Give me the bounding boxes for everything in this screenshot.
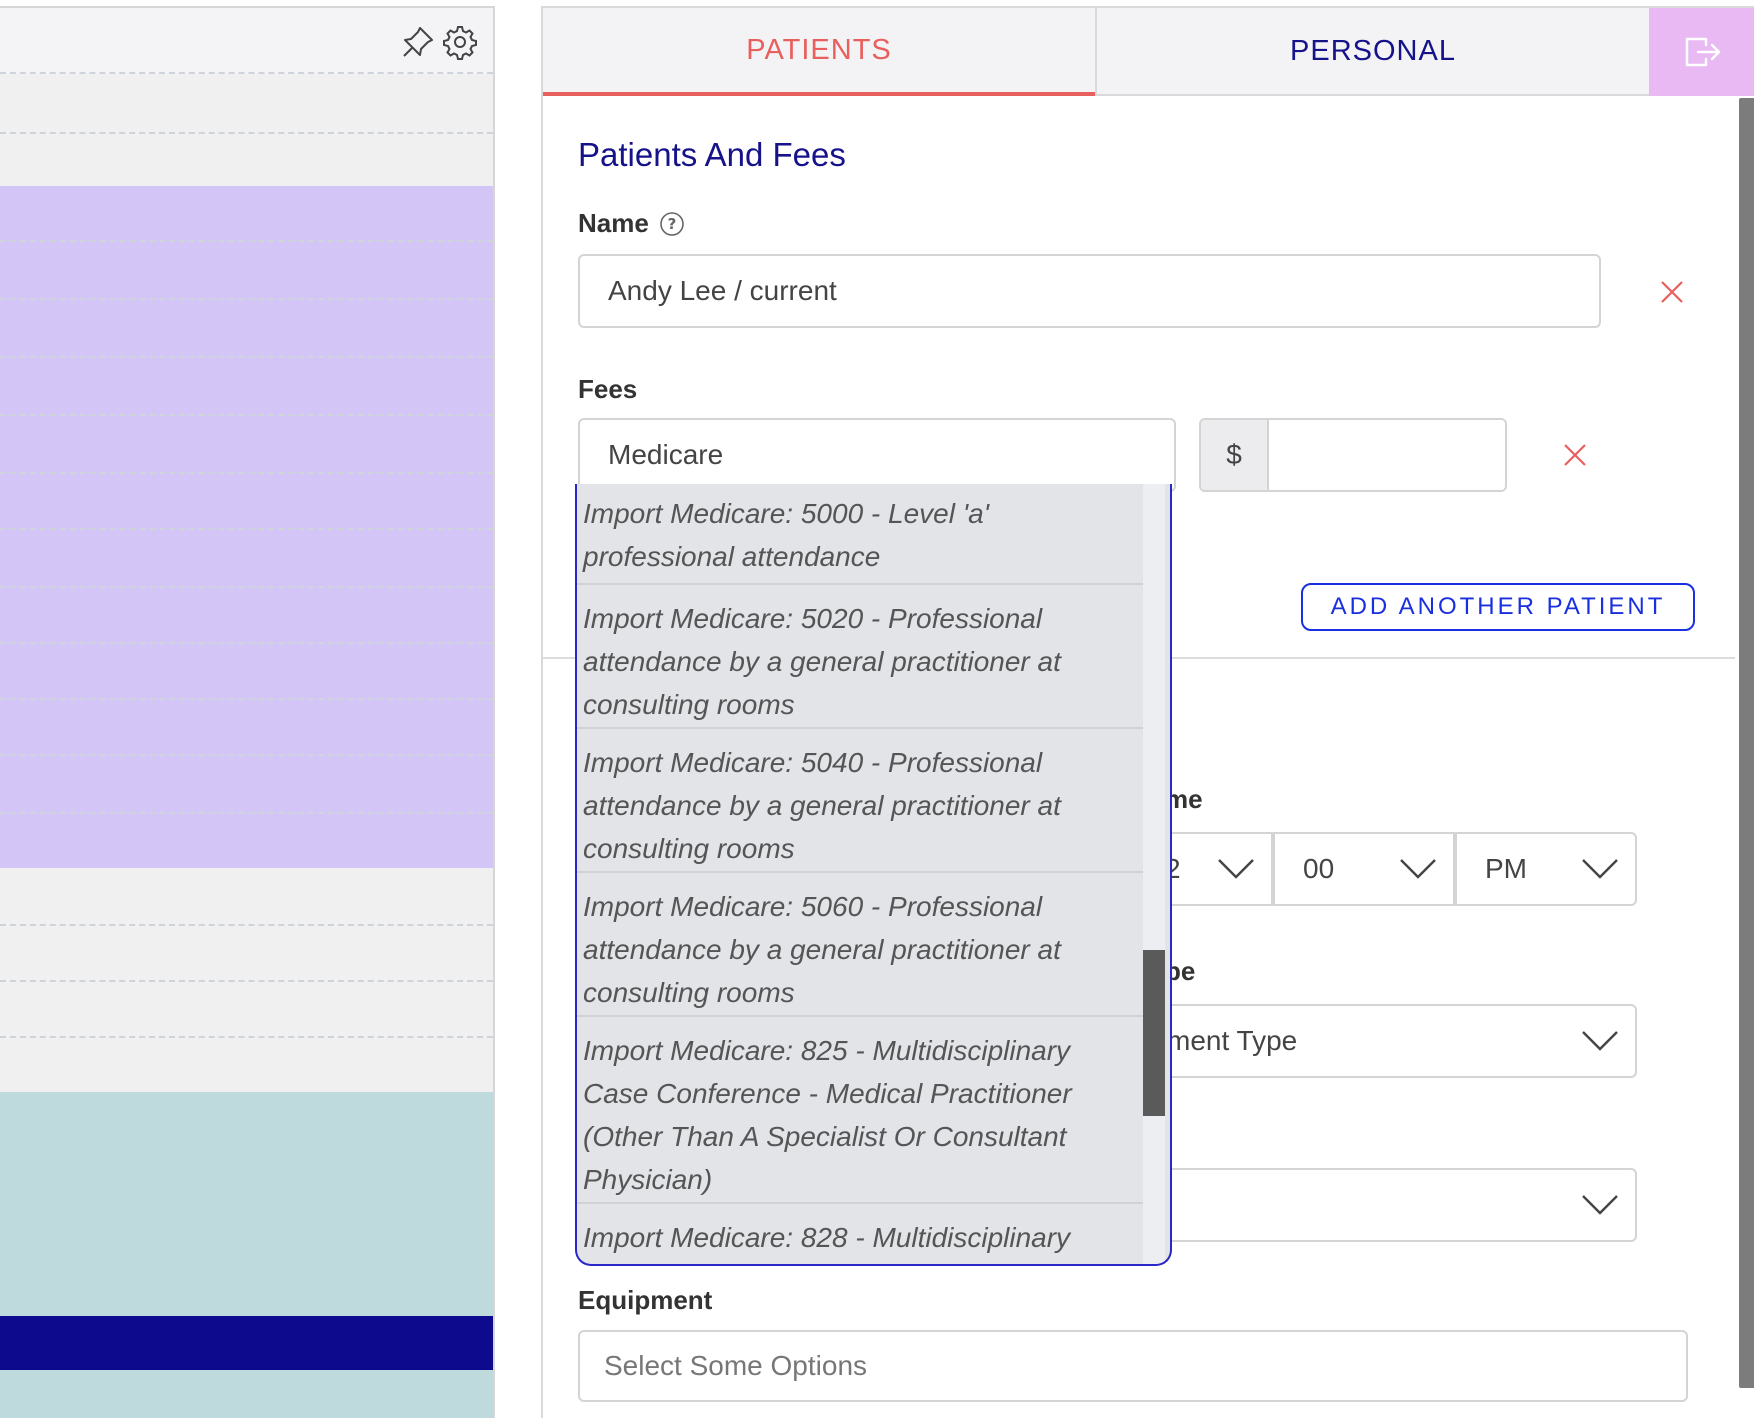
tab-patients[interactable]: PATIENTS	[543, 8, 1095, 96]
calendar-panel	[0, 6, 495, 1418]
time-slot-line	[0, 472, 493, 474]
ampm-select[interactable]: PM	[1455, 832, 1637, 906]
chevron-down-icon	[1218, 859, 1254, 879]
form-scrollbar-thumb[interactable]	[1739, 98, 1754, 1388]
time-slot-line	[0, 980, 493, 982]
dropdown-scrollbar-thumb[interactable]	[1143, 950, 1165, 1116]
chevron-down-icon	[1582, 1031, 1618, 1051]
calendar-header	[0, 6, 493, 74]
exit-button[interactable]	[1649, 8, 1754, 96]
currency-addon: $	[1201, 420, 1269, 490]
fee-amount-group: $	[1199, 418, 1507, 492]
time-slot-line	[0, 586, 493, 588]
fees-label: Fees	[578, 374, 638, 404]
time-slot-line	[0, 812, 493, 814]
time-slot-line	[0, 414, 493, 416]
fee-option[interactable]: Import Medicare: 5000 - Level 'a' profes…	[577, 484, 1143, 585]
remove-patient-icon[interactable]	[1655, 275, 1689, 309]
location-select[interactable]	[1103, 1168, 1637, 1242]
chevron-down-icon	[1400, 859, 1436, 879]
fee-option[interactable]: Import Medicare: 5060 - Professional att…	[577, 873, 1143, 1017]
remove-fee-icon[interactable]	[1558, 438, 1592, 472]
time-slot-line	[0, 240, 493, 242]
time-slot-line	[0, 356, 493, 358]
time-slot-line	[0, 528, 493, 530]
name-label-group: Name ?	[578, 208, 685, 239]
minute-select[interactable]: 00	[1273, 832, 1455, 906]
add-another-patient-button[interactable]: ADD ANOTHER PATIENT	[1301, 583, 1695, 631]
fee-option[interactable]: Import Medicare: 828 - Multidisciplinary…	[577, 1204, 1143, 1264]
time-slot-line	[0, 698, 493, 700]
pin-icon[interactable]	[400, 24, 436, 60]
fee-option[interactable]: Import Medicare: 5020 - Professional att…	[577, 585, 1143, 729]
minute-value: 00	[1303, 853, 1335, 884]
appointment-block[interactable]	[0, 186, 493, 868]
dropdown-scrollbar[interactable]	[1143, 484, 1165, 1264]
sign-out-icon	[1685, 37, 1720, 67]
equipment-placeholder: Select Some Options	[604, 1350, 868, 1381]
ampm-value: PM	[1485, 853, 1527, 884]
time-slot-line	[0, 298, 493, 300]
fee-options-dropdown: Import Medicare: 5000 - Level 'a' profes…	[575, 484, 1172, 1266]
name-field[interactable]: Andy Lee / current	[578, 254, 1601, 328]
time-slot-line	[0, 924, 493, 926]
appointment-type-placeholder: ment Type	[1167, 1025, 1298, 1056]
equipment-label: Equipment	[578, 1285, 713, 1315]
help-icon[interactable]: ?	[659, 211, 685, 237]
gear-icon[interactable]	[442, 24, 478, 60]
section-title: Patients And Fees	[578, 136, 846, 173]
fee-select-input[interactable]: Medicare	[578, 418, 1176, 492]
time-slot-line	[0, 754, 493, 756]
selected-slot[interactable]	[0, 1316, 493, 1370]
equipment-multiselect[interactable]: Select Some Options	[578, 1330, 1688, 1402]
fee-option[interactable]: Import Medicare: 825 - Multidisciplinary…	[577, 1017, 1143, 1204]
fee-amount-input[interactable]	[1269, 420, 1505, 490]
time-slot-line	[0, 132, 493, 134]
svg-text:?: ?	[667, 215, 676, 233]
chevron-down-icon	[1582, 1195, 1618, 1215]
chevron-down-icon	[1582, 859, 1618, 879]
time-slot-line	[0, 1036, 493, 1038]
time-slot-line	[0, 642, 493, 644]
appointment-type-select[interactable]: ment Type	[1103, 1004, 1637, 1078]
tab-bar: PATIENTS PERSONAL	[543, 8, 1754, 96]
tab-personal[interactable]: PERSONAL	[1095, 8, 1649, 96]
name-label: Name	[578, 208, 649, 238]
fee-option[interactable]: Import Medicare: 5040 - Professional att…	[577, 729, 1143, 873]
